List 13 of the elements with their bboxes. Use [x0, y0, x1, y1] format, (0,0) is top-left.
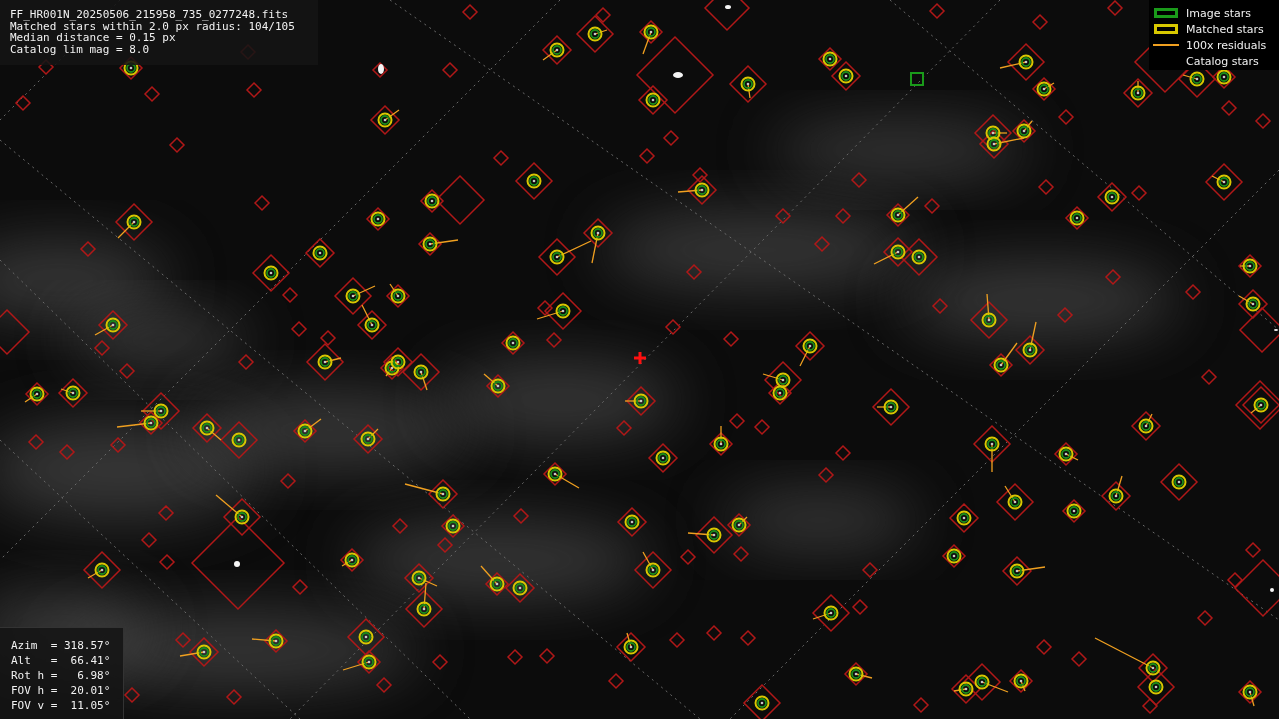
pointing-text: Azim = 318.57° — [11, 638, 112, 653]
pointing-text: Rot h = 6.98° — [11, 668, 112, 683]
pointing-text: FOV h = 20.01° — [11, 683, 112, 698]
info-text: Median distance = 0.15 px — [10, 32, 176, 44]
info-text: Catalog lim mag = 8.0 — [10, 43, 151, 55]
info-text: Matched stars within 2.0 px radius: 104/105 — [10, 20, 296, 32]
pointing-text: Alt = 66.41° — [11, 653, 112, 668]
legend-label: Matched stars — [1186, 22, 1264, 36]
info-text: FF_HR001N_20250506_215958_735_0277248.fits — [10, 9, 290, 21]
legend-label: Catalog stars — [1186, 54, 1259, 68]
pointing-text: FOV v = 11.05° — [11, 698, 112, 713]
legend-label: Image stars — [1186, 6, 1251, 20]
legend-label: 100x residuals — [1186, 38, 1267, 52]
